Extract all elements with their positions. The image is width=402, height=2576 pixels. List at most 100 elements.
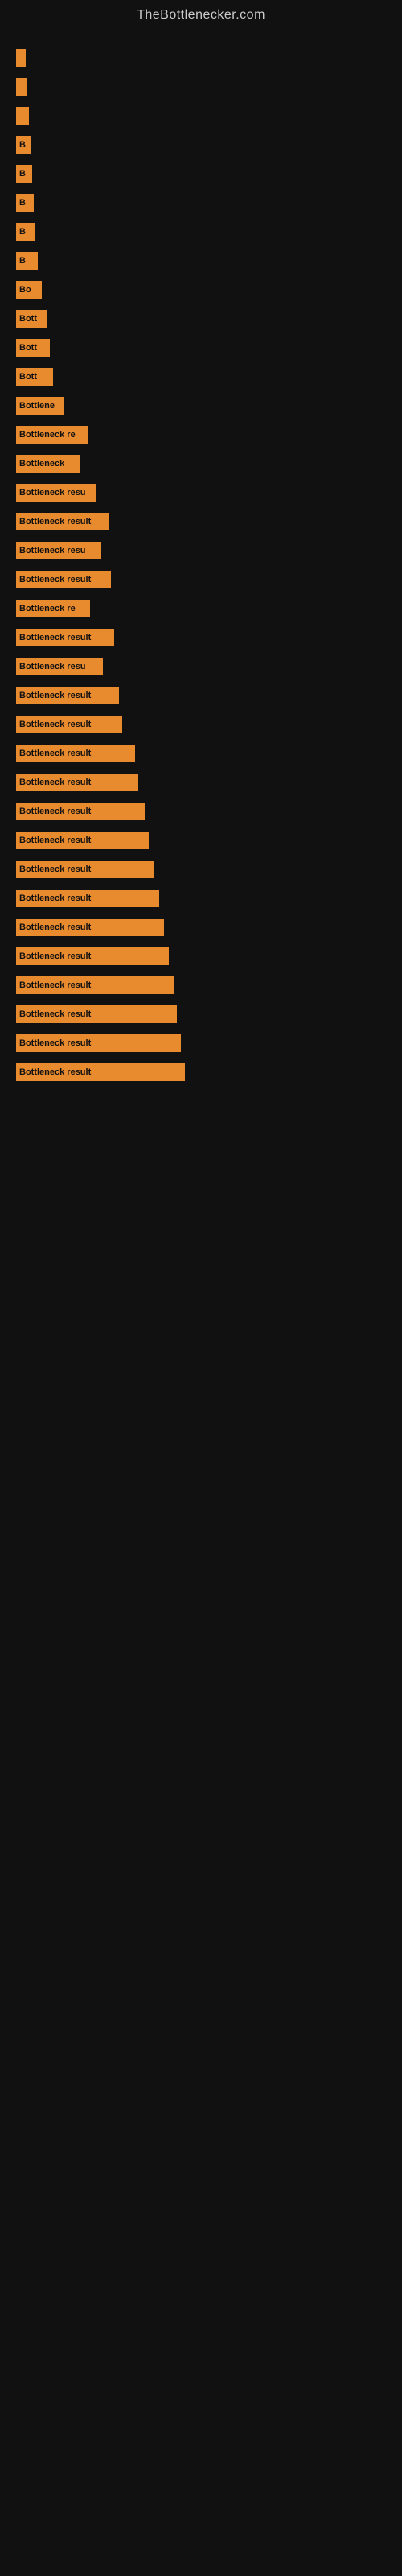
bar-item: Bottleneck result bbox=[16, 861, 154, 878]
bar-row: Bottleneck result bbox=[16, 626, 386, 649]
bar-row: Bottleneck re bbox=[16, 423, 386, 446]
bar-row: B bbox=[16, 163, 386, 185]
bars-container: B B B B B Bo Bott Bott Bott Bottlene Bottleneck re… bbox=[0, 39, 402, 1098]
bar-row: Bottleneck result bbox=[16, 1003, 386, 1026]
bar-item: Bottleneck re bbox=[16, 600, 90, 617]
bar-item: Bottleneck result bbox=[16, 947, 169, 965]
bar-item: Bott bbox=[16, 310, 47, 328]
bar-item: Bottlene bbox=[16, 397, 64, 415]
bar-item bbox=[16, 107, 29, 125]
bar-row: Bottleneck result bbox=[16, 684, 386, 707]
bar-item: Bottleneck bbox=[16, 455, 80, 473]
bar-row: Bottleneck result bbox=[16, 771, 386, 794]
bar-item: B bbox=[16, 252, 38, 270]
page-container: TheBottlenecker.com BBBBBBoBottBottBottB… bbox=[0, 0, 402, 2576]
bar-row: Bottleneck result bbox=[16, 800, 386, 823]
bar-row bbox=[16, 76, 386, 98]
bar-label: Bo bbox=[19, 285, 31, 295]
bar-item: Bottleneck result bbox=[16, 832, 149, 849]
bar-row: Bottleneck result bbox=[16, 858, 386, 881]
bar-row: Bottleneck result bbox=[16, 829, 386, 852]
bar-row: Bottleneck result bbox=[16, 916, 386, 939]
bar-row: Bottleneck re bbox=[16, 597, 386, 620]
bar-label: Bottlene bbox=[19, 401, 55, 411]
bar-label: Bottleneck result bbox=[19, 720, 91, 729]
bar-label: Bottleneck result bbox=[19, 894, 91, 903]
bar-row: Bottleneck result bbox=[16, 510, 386, 533]
bar-label: B bbox=[19, 256, 26, 266]
bar-row: Bott bbox=[16, 365, 386, 388]
bar-row: B bbox=[16, 221, 386, 243]
bar-label: Bottleneck result bbox=[19, 836, 91, 845]
bar-item: B bbox=[16, 136, 31, 154]
bar-label: Bottleneck result bbox=[19, 778, 91, 787]
bar-label: Bottleneck result bbox=[19, 807, 91, 816]
bar-label: Bott bbox=[19, 343, 37, 353]
bar-item: Bottleneck result bbox=[16, 629, 114, 646]
bar-label: Bottleneck re bbox=[19, 604, 76, 613]
bar-row: Bottleneck result bbox=[16, 887, 386, 910]
bar-row: B bbox=[16, 134, 386, 156]
bar-row: B bbox=[16, 250, 386, 272]
bar-item: Bottleneck re bbox=[16, 426, 88, 444]
bar-row: Bottleneck resu bbox=[16, 655, 386, 678]
bar-label: Bottleneck result bbox=[19, 923, 91, 932]
bar-row: Bo bbox=[16, 279, 386, 301]
bar-item bbox=[16, 49, 26, 67]
bar-label: Bottleneck result bbox=[19, 1009, 91, 1019]
bar-row: Bottleneck result bbox=[16, 974, 386, 997]
bar-label: Bottleneck result bbox=[19, 517, 91, 526]
bar-item: Bottleneck result bbox=[16, 513, 109, 530]
bar-item: Bottleneck result bbox=[16, 1034, 181, 1052]
bar-item: Bottleneck result bbox=[16, 687, 119, 704]
bar-item: Bottleneck result bbox=[16, 919, 164, 936]
bar-label: B bbox=[19, 169, 26, 179]
bar-item: B bbox=[16, 165, 32, 183]
bar-row: Bottleneck result bbox=[16, 568, 386, 591]
bar-item: Bottleneck result bbox=[16, 890, 159, 907]
bar-row: Bottleneck resu bbox=[16, 481, 386, 504]
bar-label: Bottleneck re bbox=[19, 430, 76, 440]
bar-row: Bottleneck result bbox=[16, 713, 386, 736]
bar-label: Bottleneck resu bbox=[19, 546, 86, 555]
bar-label: Bottleneck result bbox=[19, 865, 91, 874]
bar-item: Bo bbox=[16, 281, 42, 299]
bar-row bbox=[16, 47, 386, 69]
bar-row bbox=[16, 105, 386, 127]
bar-item: Bottleneck result bbox=[16, 716, 122, 733]
bar-row: Bottlene bbox=[16, 394, 386, 417]
bar-label: Bottleneck result bbox=[19, 749, 91, 758]
bar-item: B bbox=[16, 194, 34, 212]
bar-label: Bott bbox=[19, 372, 37, 382]
bar-item: Bott bbox=[16, 339, 50, 357]
bar-item: Bott bbox=[16, 368, 53, 386]
bar-item: B bbox=[16, 223, 35, 241]
bar-label: B bbox=[19, 227, 26, 237]
bar-row: Bott bbox=[16, 336, 386, 359]
bar-row: B bbox=[16, 192, 386, 214]
bar-label: Bottleneck resu bbox=[19, 488, 86, 497]
bar-item: Bottleneck resu bbox=[16, 658, 103, 675]
bar-row: Bottleneck bbox=[16, 452, 386, 475]
bar-item: Bottleneck result bbox=[16, 976, 174, 994]
bar-label: Bottleneck result bbox=[19, 691, 91, 700]
bar-row: Bottleneck result bbox=[16, 1061, 386, 1084]
bar-label: Bottleneck result bbox=[19, 633, 91, 642]
bar-item: Bottleneck resu bbox=[16, 542, 100, 559]
bar-label: Bottleneck result bbox=[19, 575, 91, 584]
bar-label: B bbox=[19, 198, 26, 208]
bar-label: Bottleneck resu bbox=[19, 662, 86, 671]
site-title: TheBottlenecker.com bbox=[0, 0, 402, 39]
bar-row: Bott bbox=[16, 308, 386, 330]
bar-item: Bottleneck result bbox=[16, 571, 111, 588]
bar-label: Bott bbox=[19, 314, 37, 324]
bar-item: Bottleneck result bbox=[16, 803, 145, 820]
bar-label: Bottleneck result bbox=[19, 1038, 91, 1048]
bar-row: Bottleneck result bbox=[16, 742, 386, 765]
bar-label: B bbox=[19, 140, 26, 150]
bar-item: Bottleneck result bbox=[16, 1063, 185, 1081]
bar-row: Bottleneck result bbox=[16, 1032, 386, 1055]
bar-row: Bottleneck resu bbox=[16, 539, 386, 562]
bar-row: Bottleneck result bbox=[16, 945, 386, 968]
bar-label: Bottleneck result bbox=[19, 1067, 91, 1077]
